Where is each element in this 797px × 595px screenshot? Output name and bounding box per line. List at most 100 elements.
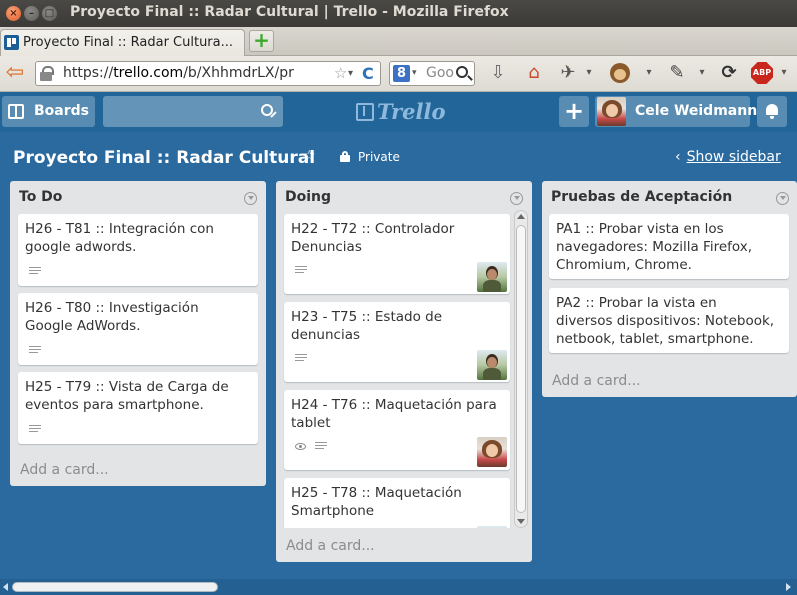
- search-bar[interactable]: 8 ▾ Goo: [389, 61, 475, 86]
- sync-icon[interactable]: ⟳: [717, 61, 741, 85]
- download-icon[interactable]: ⇩: [486, 61, 510, 85]
- member-avatar[interactable]: [477, 262, 507, 292]
- description-icon: [315, 442, 327, 452]
- list-cards: H22 - T72 :: Controlador Denuncias H23 - …: [276, 214, 532, 528]
- card-title: H23 - T75 :: Estado de denuncias: [291, 309, 443, 343]
- search-icon[interactable]: [456, 66, 468, 78]
- greasemonkey-icon[interactable]: [607, 61, 633, 85]
- member-avatar[interactable]: [477, 350, 507, 380]
- eyedropper-dropdown-icon[interactable]: ▾: [697, 61, 707, 85]
- description-icon: [29, 267, 41, 277]
- extension-icon[interactable]: ✈: [555, 61, 581, 85]
- search-input[interactable]: Goo: [426, 62, 454, 85]
- reload-icon[interactable]: C: [362, 62, 374, 85]
- description-icon: [29, 425, 41, 435]
- window-titlebar: × – □ Proyecto Final :: Radar Cultural |…: [0, 0, 797, 27]
- avatar: [597, 97, 626, 126]
- card[interactable]: H25 - T78 :: Maquetación Smartphone: [284, 478, 510, 528]
- scroll-right-icon[interactable]: [786, 583, 791, 591]
- url-domain: trello.com: [113, 65, 184, 81]
- bookmark-star-icon[interactable]: ☆: [334, 62, 347, 85]
- visibility-button[interactable]: Private: [340, 150, 400, 164]
- notifications-button[interactable]: [757, 96, 787, 127]
- list-todo: To Do H26 - T81 :: Integración con google…: [10, 181, 266, 486]
- search-engine-dropdown-icon[interactable]: ▾: [412, 62, 417, 85]
- description-icon: [295, 266, 307, 276]
- list-pruebas-de-aceptacion: Pruebas de Aceptación PA1 :: Probar vist…: [542, 181, 797, 397]
- card[interactable]: PA1 :: Probar vista en los navegadores: M…: [549, 214, 789, 279]
- list-menu-icon[interactable]: [776, 192, 789, 205]
- boards-label: Boards: [34, 103, 89, 119]
- board-horizontal-scrollbar[interactable]: [0, 579, 797, 595]
- card[interactable]: H24 - T76 :: Maquetación para tablet: [284, 390, 510, 470]
- add-button[interactable]: +: [559, 96, 589, 127]
- card[interactable]: H26 - T81 :: Integración con google adwor…: [18, 214, 258, 286]
- new-tab-button[interactable]: +: [249, 30, 274, 52]
- extension-dropdown-icon[interactable]: ▾: [584, 61, 594, 85]
- trello-header: Boards Trello + Cele Weidmann: [0, 92, 797, 132]
- user-name: Cele Weidmann: [635, 103, 758, 119]
- search-engine-icon[interactable]: 8: [393, 65, 410, 82]
- add-card-link[interactable]: Add a card...: [20, 462, 109, 478]
- list-title[interactable]: Doing: [285, 189, 331, 205]
- home-icon[interactable]: ⌂: [521, 61, 547, 85]
- show-sidebar-link[interactable]: ‹ Show sidebar: [675, 149, 781, 165]
- scrollbar-thumb[interactable]: [516, 225, 526, 513]
- back-arrow-icon[interactable]: ⇦: [2, 61, 28, 85]
- bell-icon: [766, 104, 778, 119]
- add-card-link[interactable]: Add a card...: [552, 373, 641, 389]
- adblock-dropdown-icon[interactable]: ▾: [778, 61, 790, 85]
- user-menu-button[interactable]: Cele Weidmann: [595, 96, 757, 127]
- member-avatar[interactable]: [477, 526, 507, 528]
- list-title[interactable]: Pruebas de Aceptación: [551, 189, 732, 205]
- member-avatar[interactable]: [477, 437, 507, 467]
- list-menu-icon[interactable]: [510, 192, 523, 205]
- card[interactable]: H22 - T72 :: Controlador Denuncias: [284, 214, 510, 294]
- scrollbar-thumb[interactable]: [12, 582, 218, 592]
- list-title[interactable]: To Do: [19, 189, 62, 205]
- url-history-dropdown-icon[interactable]: ▾: [348, 62, 353, 85]
- card-title: H22 - T72 :: Controlador Denuncias: [291, 221, 455, 255]
- trello-logo-text: Trello: [377, 99, 446, 124]
- card[interactable]: H23 - T75 :: Estado de denuncias: [284, 302, 510, 382]
- browser-tab-strip: Proyecto Final :: Radar Cultura... +: [0, 27, 797, 56]
- card-title: H25 - T78 :: Maquetación Smartphone: [291, 485, 462, 519]
- add-card-link[interactable]: Add a card...: [286, 538, 375, 554]
- show-sidebar-label: Show sidebar: [686, 149, 781, 165]
- board-title[interactable]: Proyecto Final :: Radar Cultural: [13, 148, 315, 168]
- window-close-icon[interactable]: ×: [6, 6, 21, 21]
- trello-logo[interactable]: Trello: [356, 99, 446, 125]
- browser-tab-title: Proyecto Final :: Radar Cultura...: [23, 35, 234, 50]
- card-title: H26 - T80 :: Investigación Google AdWords…: [25, 300, 199, 334]
- url-bar[interactable]: https://trello.com/b/XhhmdrLX/pr ☆ ▾ C: [35, 61, 381, 86]
- card-title: PA1 :: Probar vista en los navegadores: M…: [556, 221, 753, 273]
- window-maximize-icon[interactable]: □: [42, 6, 57, 21]
- window-title: Proyecto Final :: Radar Cultural | Trell…: [70, 4, 509, 20]
- adblock-label: ABP: [751, 62, 773, 84]
- boards-icon: [8, 104, 24, 119]
- adblock-plus-icon[interactable]: ABP: [750, 61, 774, 85]
- eyedropper-icon[interactable]: ✎: [664, 61, 690, 85]
- card[interactable]: PA2 :: Probar la vista en diversos dispos…: [549, 288, 789, 353]
- card[interactable]: H25 - T79 :: Vista de Carga de eventos pa…: [18, 372, 258, 444]
- lock-icon: [340, 151, 350, 162]
- window-minimize-icon[interactable]: –: [24, 6, 39, 21]
- search-icon[interactable]: [261, 104, 273, 116]
- boards-button[interactable]: Boards: [2, 96, 95, 127]
- visibility-label: Private: [358, 150, 400, 164]
- list-menu-icon[interactable]: [244, 192, 257, 205]
- scroll-down-icon[interactable]: [517, 519, 525, 524]
- description-icon: [295, 354, 307, 364]
- card[interactable]: H26 - T80 :: Investigación Google AdWords…: [18, 293, 258, 365]
- scroll-left-icon[interactable]: [3, 583, 8, 591]
- scroll-up-icon[interactable]: [517, 214, 525, 219]
- list-doing: Doing H22 - T72 :: Controlador Denuncias …: [276, 181, 532, 562]
- doing-list-scrollbar[interactable]: [514, 210, 528, 528]
- browser-tab[interactable]: Proyecto Final :: Radar Cultura...: [0, 29, 245, 56]
- url-text[interactable]: https://trello.com/b/XhhmdrLX/pr: [63, 62, 329, 85]
- url-path: /b/XhhmdrLX/pr: [183, 65, 294, 81]
- greasemonkey-dropdown-icon[interactable]: ▾: [644, 61, 654, 85]
- star-board-icon[interactable]: ☆: [303, 148, 316, 164]
- watch-icon: [295, 443, 306, 450]
- board-search-input[interactable]: [103, 96, 283, 127]
